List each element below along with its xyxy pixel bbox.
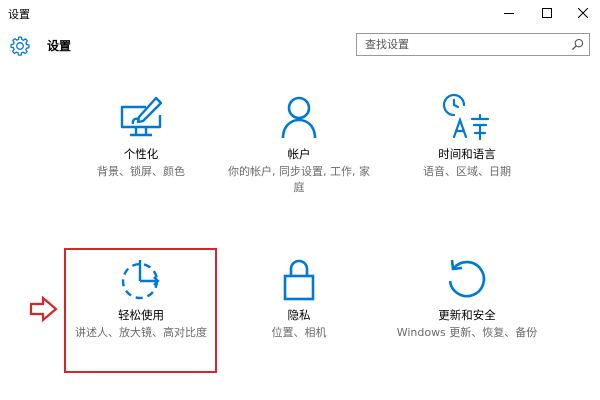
update-icon bbox=[448, 259, 486, 298]
settings-window: 设置 设置 查找设置 个性化 背景、锁屏、颜色 帐户 你的帐户, 同步设置, 工… bbox=[0, 0, 600, 400]
ease-of-access-icon bbox=[121, 260, 160, 300]
tile-update-security[interactable]: 更新和安全 Windows 更新、恢复、备份 bbox=[382, 254, 552, 341]
user-icon bbox=[281, 96, 317, 139]
title-bar: 设置 bbox=[0, 0, 600, 26]
page-title: 设置 bbox=[47, 39, 72, 53]
time-language-icon bbox=[442, 93, 490, 141]
arrow-right-outline-icon bbox=[29, 295, 58, 323]
tile-accounts[interactable]: 帐户 你的帐户, 同步设置, 工作, 家庭 bbox=[214, 93, 384, 196]
search-icon[interactable] bbox=[571, 38, 584, 51]
personalization-icon bbox=[120, 96, 163, 137]
tile-description: 你的帐户, 同步设置, 工作, 家庭 bbox=[228, 165, 370, 194]
tile-title: 个性化 bbox=[123, 147, 159, 161]
maximize-icon bbox=[542, 8, 552, 18]
tile-title: 时间和语言 bbox=[438, 147, 496, 161]
tile-title: 轻松使用 bbox=[118, 308, 164, 322]
close-icon bbox=[578, 8, 588, 18]
tile-description: 讲述人、放大镜、高对比度 bbox=[75, 326, 207, 339]
lock-icon bbox=[283, 259, 315, 301]
search-box[interactable] bbox=[356, 33, 590, 56]
window-title: 设置 bbox=[8, 8, 30, 21]
tile-title: 帐户 bbox=[287, 147, 311, 161]
minimize-button[interactable] bbox=[492, 0, 526, 26]
close-button[interactable] bbox=[566, 0, 600, 26]
search-input[interactable] bbox=[357, 34, 567, 55]
tile-description: Windows 更新、恢复、备份 bbox=[396, 326, 538, 339]
gear-icon bbox=[9, 35, 31, 57]
tile-title: 隐私 bbox=[287, 308, 311, 322]
tile-description: 背景、锁屏、颜色 bbox=[97, 165, 185, 178]
tile-description: 语音、区域、日期 bbox=[423, 165, 511, 178]
minimize-icon bbox=[504, 13, 514, 14]
tile-ease-of-access[interactable]: 轻松使用 讲述人、放大镜、高对比度 bbox=[56, 254, 226, 341]
tile-title: 更新和安全 bbox=[438, 308, 496, 322]
tile-personalization[interactable]: 个性化 背景、锁屏、颜色 bbox=[56, 93, 226, 180]
tile-description: 位置、相机 bbox=[271, 326, 327, 339]
tile-privacy[interactable]: 隐私 位置、相机 bbox=[214, 254, 384, 341]
maximize-button[interactable] bbox=[530, 0, 564, 26]
tile-time-language[interactable]: 时间和语言 语音、区域、日期 bbox=[382, 93, 552, 180]
